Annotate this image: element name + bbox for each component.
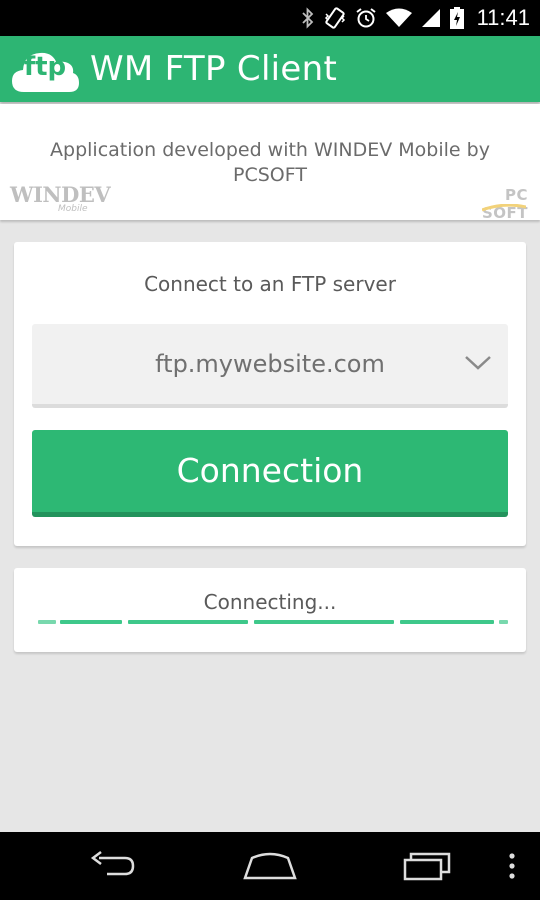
connect-heading: Connect to an FTP server <box>144 272 396 296</box>
progress-segment <box>60 620 122 624</box>
home-button[interactable] <box>238 832 302 900</box>
chevron-down-icon <box>465 356 491 370</box>
server-select-value: ftp.mywebsite.com <box>155 350 385 378</box>
recent-apps-icon <box>403 852 451 881</box>
progress-card: Connecting... <box>14 568 526 652</box>
pcsoft-logo: PC SOFT <box>458 186 528 222</box>
signal-icon <box>421 8 441 28</box>
progress-segment <box>400 620 494 624</box>
overflow-menu-button[interactable] <box>496 832 528 900</box>
alarm-icon <box>355 7 377 29</box>
progress-segment <box>38 620 56 624</box>
progress-indicator <box>38 620 508 625</box>
recent-apps-button[interactable] <box>396 832 460 900</box>
connection-button-label: Connection <box>176 451 364 490</box>
app-logo: ftp <box>10 44 80 94</box>
connect-card: Connect to an FTP server ftp.mywebsite.c… <box>14 242 526 546</box>
windev-logo-main: WINDEV <box>10 182 111 207</box>
progress-label: Connecting... <box>203 590 337 614</box>
clock: 11:41 <box>476 5 530 30</box>
status-icons: 11:41 <box>301 0 530 36</box>
info-banner: Application developed with WINDEV Mobile… <box>0 104 540 222</box>
back-button[interactable] <box>80 832 144 900</box>
vibrate-icon <box>324 6 346 30</box>
app-bar: ftp WM FTP Client <box>0 36 540 102</box>
app-logo-text: ftp <box>23 52 67 82</box>
server-select[interactable]: ftp.mywebsite.com <box>32 324 508 408</box>
wifi-icon <box>385 8 412 28</box>
developer-info-text: Application developed with WINDEV Mobile… <box>50 139 490 186</box>
battery-charging-icon <box>449 7 464 29</box>
status-bar: 11:41 <box>0 0 540 36</box>
home-icon <box>243 852 297 880</box>
bluetooth-icon <box>301 7 315 29</box>
app-title: WM FTP Client <box>90 49 338 89</box>
back-icon <box>90 851 135 876</box>
progress-segment <box>128 620 248 624</box>
connection-button[interactable]: Connection <box>32 430 508 517</box>
navigation-bar <box>0 832 540 900</box>
progress-segment <box>254 620 394 624</box>
pcsoft-swoosh-icon <box>482 204 526 212</box>
windev-logo-sub: Mobile <box>58 204 88 214</box>
windev-mobile-logo: WINDEV Mobile <box>10 182 111 216</box>
progress-segment <box>499 620 508 624</box>
overflow-menu-icon <box>509 853 515 879</box>
